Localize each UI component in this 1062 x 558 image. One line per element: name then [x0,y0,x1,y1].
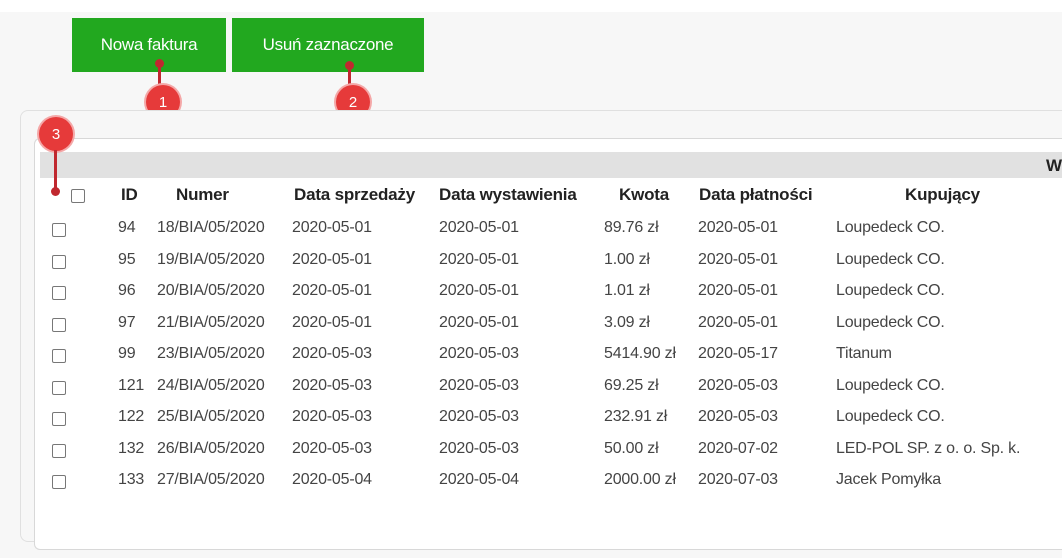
cell-id: 94 [118,219,136,236]
cell-id: 121 [118,376,145,394]
cell-issue-date: 2020-05-03 [439,345,519,362]
cell-payment-date: 2020-07-03 [698,471,778,488]
cell-buyer: Loupedeck CO. [836,250,945,268]
cell-issue-date: 2020-05-01 [439,313,519,331]
cell-sale-date: 2020-05-03 [292,439,372,457]
cell-sale-date: 2020-05-01 [292,250,372,268]
cell-number: 21/BIA/05/2020 [157,313,265,331]
row-checkbox[interactable] [52,380,66,395]
cell-amount: 232.91 zł [604,408,668,425]
cell-sale-date: 2020-05-01 [292,313,372,331]
cell-sale-date: 2020-05-03 [292,345,372,362]
cell-buyer: Titanum [836,345,892,362]
cell-number: 27/BIA/05/2020 [157,471,265,488]
cell-issue-date: 2020-05-01 [439,219,519,236]
cell-number: 18/BIA/05/2020 [157,219,265,236]
cell-number: 23/BIA/05/2020 [157,345,265,362]
cell-payment-date: 2020-05-03 [698,408,778,425]
cell-payment-date: 2020-05-03 [698,376,778,394]
cell-sale-date: 2020-05-01 [292,219,372,236]
row-checkbox[interactable] [52,349,66,363]
cell-id: 133 [118,471,145,488]
cell-id: 99 [118,345,136,362]
cell-issue-date: 2020-05-01 [439,282,519,299]
column-header-number[interactable]: Numer [176,185,229,205]
cell-buyer: Loupedeck CO. [836,376,945,394]
marker-3-line [54,150,57,190]
cell-issue-date: 2020-05-03 [439,408,519,425]
cell-number: 26/BIA/05/2020 [157,439,265,457]
cell-buyer: LED-POL SP. z o. o. Sp. k. [836,439,1021,457]
row-checkbox[interactable] [52,254,66,269]
column-header-amount[interactable]: Kwota [619,185,669,205]
cell-number: 20/BIA/05/2020 [157,282,265,299]
marker-3-pin [51,187,60,196]
cell-sale-date: 2020-05-01 [292,282,372,299]
row-checkbox[interactable] [52,223,66,237]
cell-amount: 2000.00 zł [604,471,676,488]
cell-payment-date: 2020-05-01 [698,219,778,236]
annotation-marker-3: 3 [39,117,73,151]
cell-amount: 1.01 zł [604,282,650,299]
new-invoice-button[interactable]: Nowa faktura [72,18,226,72]
cell-issue-date: 2020-05-03 [439,376,519,394]
cell-buyer: Loupedeck CO. [836,219,945,236]
marker-1-line [158,64,161,86]
cell-amount: 5414.90 zł [604,345,676,362]
cell-id: 122 [118,408,145,425]
cell-sale-date: 2020-05-03 [292,376,372,394]
cell-number: 24/BIA/05/2020 [157,376,265,394]
row-checkbox[interactable] [52,412,66,426]
cell-number: 25/BIA/05/2020 [157,408,265,425]
group-header-text: W [1046,156,1062,175]
column-header-buyer[interactable]: Kupujący [905,185,980,205]
marker-2-line [348,66,351,86]
cell-id: 95 [118,250,136,268]
cell-id: 97 [118,313,136,331]
cell-payment-date: 2020-05-01 [698,313,778,331]
select-all-checkbox[interactable] [71,189,85,203]
row-checkbox[interactable] [52,443,66,458]
delete-selected-button[interactable]: Usuń zaznaczone [232,18,424,72]
column-header-sale-date[interactable]: Data sprzedaży [294,185,415,205]
cell-sale-date: 2020-05-03 [292,408,372,425]
cell-amount: 69.25 zł [604,376,659,394]
cell-payment-date: 2020-05-01 [698,282,778,299]
cell-number: 19/BIA/05/2020 [157,250,265,268]
cell-amount: 89.76 zł [604,219,659,236]
row-checkbox[interactable] [52,286,66,300]
cell-buyer: Jacek Pomyłka [836,471,941,488]
cell-payment-date: 2020-07-02 [698,439,778,457]
cell-issue-date: 2020-05-01 [439,250,519,268]
cell-payment-date: 2020-05-01 [698,250,778,268]
column-header-id[interactable]: ID [121,185,138,205]
cell-issue-date: 2020-05-04 [439,471,519,488]
table-group-header [40,152,1062,178]
row-checkbox[interactable] [52,317,66,332]
cell-payment-date: 2020-05-17 [698,345,778,362]
column-header-issue-date[interactable]: Data wystawienia [439,185,577,205]
cell-issue-date: 2020-05-03 [439,439,519,457]
cell-buyer: Loupedeck CO. [836,408,945,425]
top-bar [0,0,1062,12]
cell-id: 96 [118,282,136,299]
cell-amount: 50.00 zł [604,439,659,457]
cell-amount: 3.09 zł [604,313,650,331]
cell-amount: 1.00 zł [604,250,650,268]
cell-buyer: Loupedeck CO. [836,282,945,299]
cell-buyer: Loupedeck CO. [836,313,945,331]
cell-id: 132 [118,439,145,457]
column-header-payment-date[interactable]: Data płatności [699,185,813,205]
row-checkbox[interactable] [52,475,66,489]
cell-sale-date: 2020-05-04 [292,471,372,488]
